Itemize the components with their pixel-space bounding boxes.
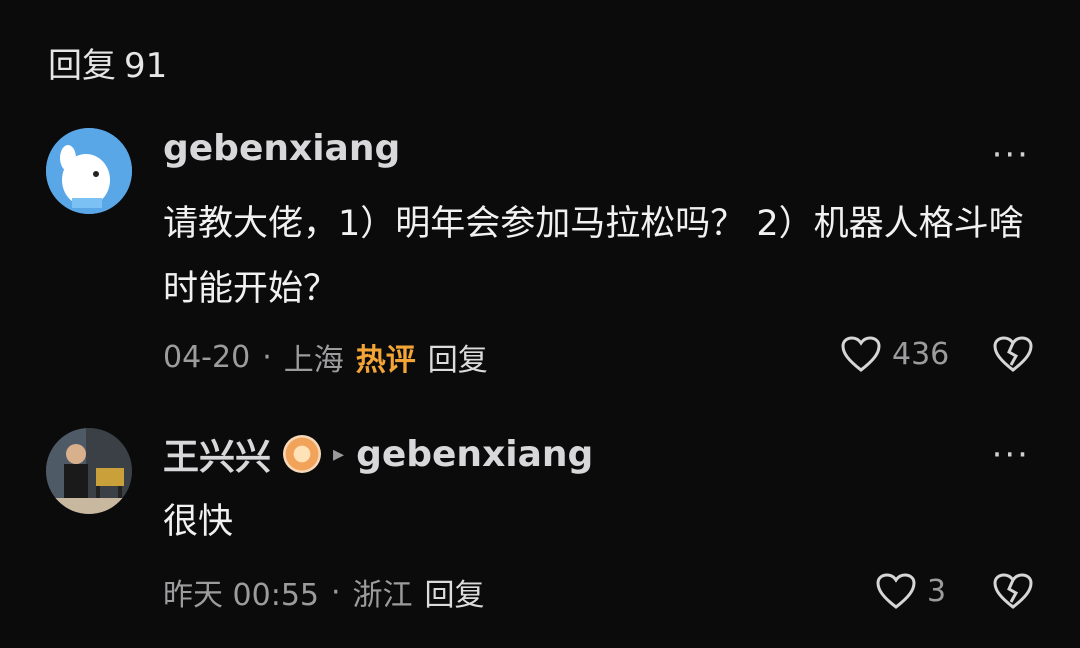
like-count: 436 bbox=[892, 336, 950, 372]
author-row: gebenxiang bbox=[163, 128, 400, 169]
avatar-photo-icon bbox=[46, 428, 132, 514]
reply-button[interactable]: 回复 bbox=[425, 570, 485, 614]
like-count: 3 bbox=[927, 573, 947, 609]
comment-location: 上海 bbox=[283, 343, 344, 378]
like-button[interactable]: 3 bbox=[875, 572, 946, 610]
comment-text: 很快 bbox=[163, 502, 234, 542]
hot-badge: 热评 bbox=[355, 343, 416, 378]
like-button[interactable]: 436 bbox=[840, 335, 949, 373]
comment-meta: 04-20 · 上海 热评 回复 bbox=[163, 335, 488, 379]
meta-separator: · bbox=[331, 574, 341, 610]
broken-heart-icon bbox=[993, 336, 1033, 372]
comment-meta: 昨天 00:55 · 浙江 回复 bbox=[163, 570, 485, 614]
author-row: 王兴兴 ▸ gebenxiang bbox=[163, 428, 593, 480]
reply-arrow-icon: ▸ bbox=[333, 441, 345, 467]
more-dots-icon[interactable]: ··· bbox=[992, 438, 1030, 472]
username[interactable]: 王兴兴 bbox=[163, 428, 271, 480]
meta-separator: · bbox=[262, 339, 272, 375]
heart-outline-icon bbox=[876, 573, 916, 609]
replies-header: 回复 91 bbox=[48, 38, 175, 87]
comment-date: 04-20 bbox=[163, 339, 251, 375]
username[interactable]: gebenxiang bbox=[163, 128, 400, 169]
heart-outline-icon bbox=[841, 336, 881, 372]
reply-to-username[interactable]: gebenxiang bbox=[356, 434, 593, 475]
reply-button[interactable]: 回复 bbox=[428, 335, 488, 379]
verified-badge-icon bbox=[283, 435, 322, 473]
comment-item: 王兴兴 ▸ gebenxiang ··· 很快 昨天 00:55 · 浙江 回复… bbox=[0, 420, 1080, 630]
dislike-button[interactable] bbox=[992, 335, 1034, 377]
comment-date: 昨天 00:55 bbox=[163, 578, 319, 613]
avatar[interactable] bbox=[46, 128, 132, 214]
avatar[interactable] bbox=[46, 428, 132, 514]
broken-heart-icon bbox=[993, 573, 1033, 609]
dislike-button[interactable] bbox=[992, 572, 1034, 614]
comment-text: 请教大佬，1）明年会参加马拉松吗？ 2）机器人格斗啥时能开始？ bbox=[163, 204, 1024, 309]
avatar-robot-dog-icon bbox=[46, 128, 132, 214]
comment-item: gebenxiang ··· 请教大佬，1）明年会参加马拉松吗？ 2）机器人格斗… bbox=[0, 120, 1080, 390]
more-dots-icon[interactable]: ··· bbox=[992, 138, 1030, 172]
replies-title: 回复 bbox=[48, 46, 116, 86]
comment-location: 浙江 bbox=[352, 578, 413, 613]
replies-count: 91 bbox=[124, 46, 168, 86]
